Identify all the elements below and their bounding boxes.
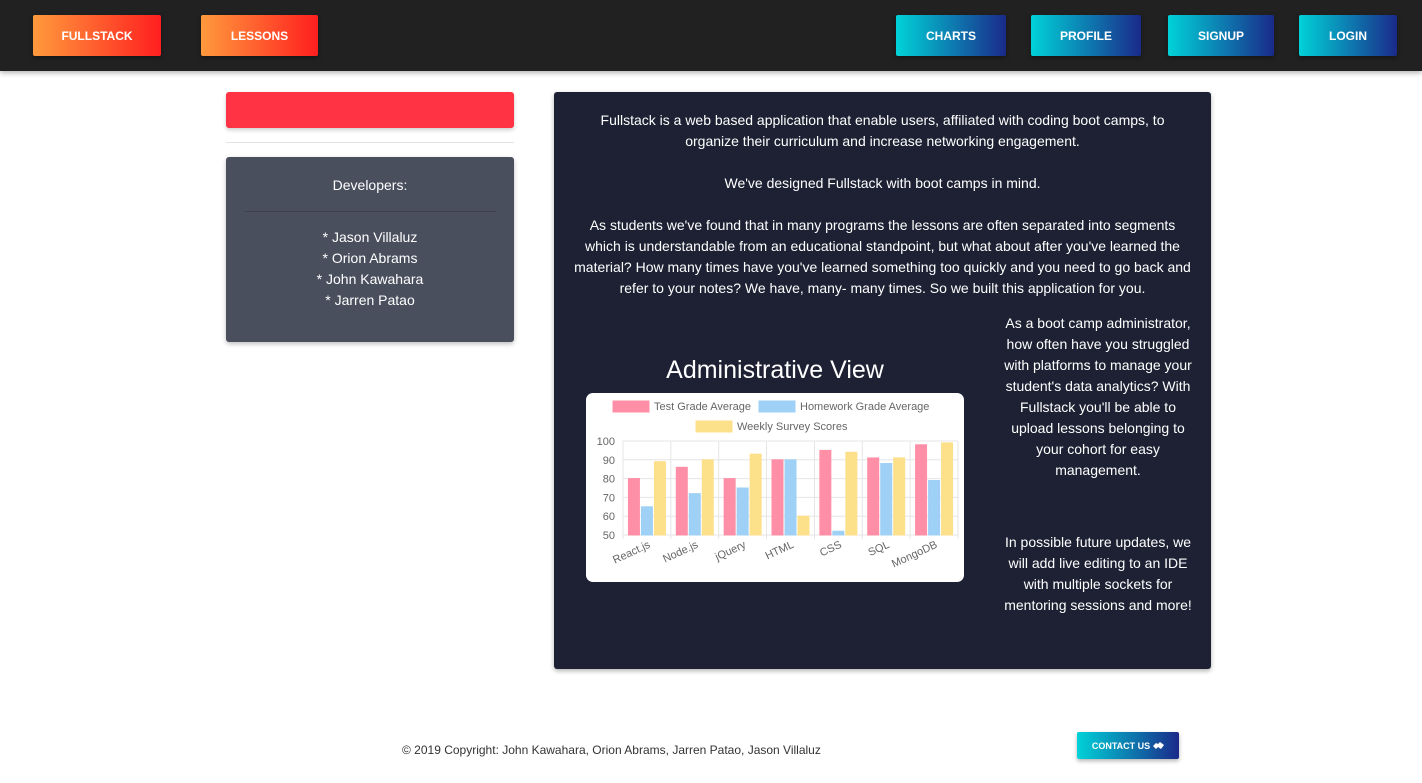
bar xyxy=(653,461,666,536)
bar xyxy=(832,530,845,536)
y-tick-label: 50 xyxy=(603,530,615,542)
handshake-icon xyxy=(1153,742,1165,749)
bar xyxy=(771,459,784,536)
bar-chart: Test Grade Average Homework Grade Average… xyxy=(597,400,959,571)
divider xyxy=(226,142,514,143)
x-tick-label: HTML xyxy=(764,539,796,563)
legend-label: Homework Grade Average xyxy=(800,401,929,413)
chart-title: Administrative View xyxy=(666,356,884,384)
future-updates-text: In possible future updates, we will add … xyxy=(1004,534,1192,613)
x-tick-label: MongoDB xyxy=(890,539,939,571)
x-tick-label: CSS xyxy=(818,539,844,559)
legend-swatch xyxy=(612,400,650,413)
nav-login-button[interactable]: LOGIN xyxy=(1299,15,1397,56)
bar xyxy=(880,463,893,536)
nav-signup-button[interactable]: SIGNUP xyxy=(1168,15,1274,56)
navbar: FULLSTACK LESSONS CHARTS PROFILE SIGNUP … xyxy=(0,0,1422,71)
legend-label: Weekly Survey Scores xyxy=(737,421,848,433)
developer-name: * Jason Villaluz xyxy=(322,229,418,245)
bar xyxy=(701,459,714,536)
y-tick-label: 100 xyxy=(597,436,615,448)
bar xyxy=(893,457,906,536)
bar xyxy=(941,442,954,536)
nav-lessons-button[interactable]: LESSONS xyxy=(201,15,318,56)
bar xyxy=(675,466,688,536)
developers-card: Developers: * Jason Villaluz * Orion Abr… xyxy=(226,157,514,342)
bar xyxy=(845,451,858,536)
about-students-text: As students we've found that in many pro… xyxy=(574,217,1191,296)
developer-name: * Orion Abrams xyxy=(322,250,418,266)
nav-profile-button[interactable]: PROFILE xyxy=(1031,15,1141,56)
bar xyxy=(640,506,653,536)
legend-label: Test Grade Average xyxy=(654,401,751,413)
bar xyxy=(797,515,810,536)
about-intro-text: Fullstack is a web based application tha… xyxy=(600,112,1165,149)
bar xyxy=(627,478,640,536)
nav-fullstack-button[interactable]: FULLSTACK xyxy=(33,15,161,56)
x-tick-label: Node.js xyxy=(661,539,700,566)
bar xyxy=(819,449,832,536)
nav-charts-button[interactable]: CHARTS xyxy=(896,15,1006,56)
legend-swatch xyxy=(695,420,733,433)
developer-name: * John Kawahara xyxy=(316,271,424,287)
chart-container: Test Grade Average Homework Grade Average… xyxy=(586,393,964,582)
y-tick-label: 80 xyxy=(603,474,615,486)
legend-swatch xyxy=(758,400,796,413)
x-tick-label: SQL xyxy=(866,539,891,559)
developers-list: * Jason Villaluz * Orion Abrams * John K… xyxy=(226,227,514,311)
bar xyxy=(867,457,880,536)
bar xyxy=(915,444,928,536)
developers-divider xyxy=(244,211,496,212)
bar xyxy=(928,479,941,536)
x-tick-label: React.js xyxy=(611,539,653,567)
x-tick-label: jQuery xyxy=(713,539,749,564)
developer-name: * Jarren Patao xyxy=(325,292,415,308)
bar xyxy=(784,459,797,536)
about-card: Fullstack is a web based application tha… xyxy=(554,92,1211,669)
bar xyxy=(749,453,762,536)
y-tick-label: 60 xyxy=(603,511,615,523)
bar xyxy=(736,487,749,536)
contact-us-label: CONTACT US xyxy=(1091,740,1151,751)
alert-bar xyxy=(226,92,514,128)
y-tick-label: 90 xyxy=(603,455,615,467)
bar xyxy=(723,478,736,536)
copyright-text: © 2019 Copyright: John Kawahara, Orion A… xyxy=(402,743,821,757)
y-tick-label: 70 xyxy=(603,492,615,504)
about-designed-text: We've designed Fullstack with boot camps… xyxy=(724,175,1041,191)
developers-title: Developers: xyxy=(332,177,408,193)
contact-us-button[interactable]: CONTACT US xyxy=(1077,732,1179,759)
bar xyxy=(688,493,701,536)
admin-info-text: As a boot camp administrator, how often … xyxy=(1004,315,1192,478)
